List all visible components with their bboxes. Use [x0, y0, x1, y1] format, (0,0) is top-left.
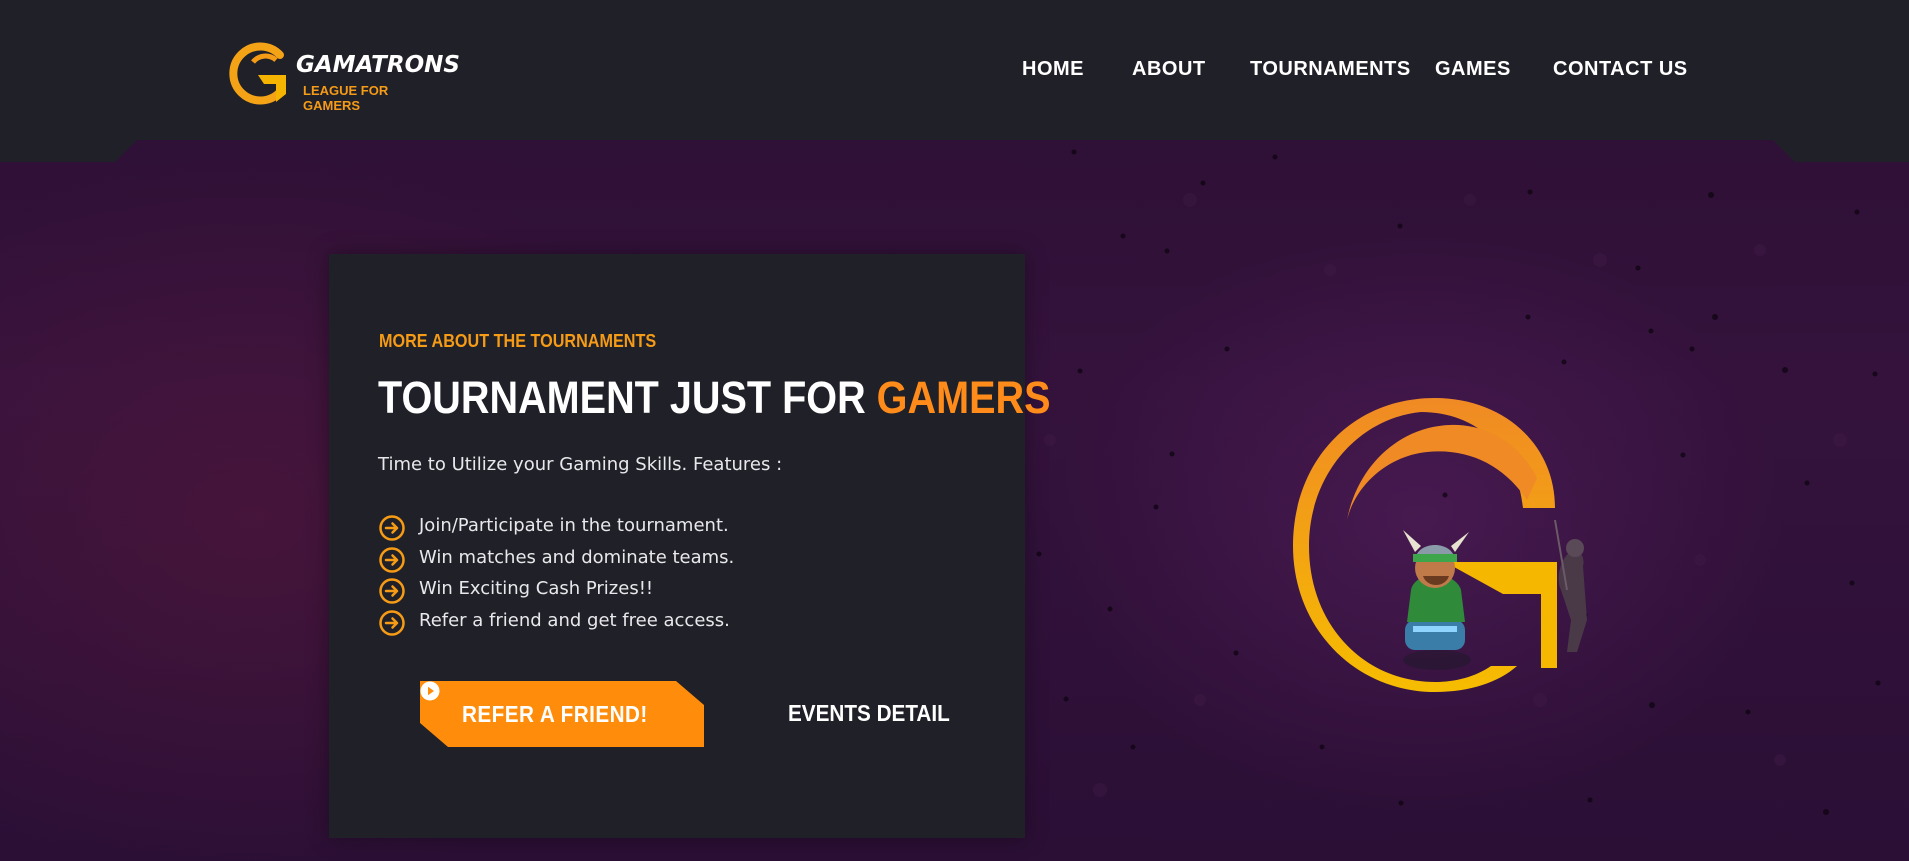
arrow-circle-right-icon	[379, 578, 405, 604]
archer-character	[1554, 519, 1587, 652]
hero-title-main: TOURNAMENT JUST FOR	[378, 372, 877, 423]
arrow-circle-right-icon	[379, 515, 405, 541]
feature-text: Win Exciting Cash Prizes!!	[419, 578, 654, 599]
hero-subtitle: Time to Utilize your Gaming Skills. Feat…	[378, 454, 783, 475]
feature-text: Join/Participate in the tournament.	[419, 515, 729, 536]
feature-item: Refer a friend and get free access.	[378, 607, 978, 639]
nav-home[interactable]: HOME	[1022, 58, 1084, 81]
feature-item: Win Exciting Cash Prizes!!	[378, 575, 978, 607]
arrow-circle-right-icon	[379, 546, 405, 573]
feature-item: Join/Participate in the tournament.	[378, 512, 978, 544]
refer-a-friend-button[interactable]: REFER A FRIEND!	[420, 681, 704, 747]
events-detail-button[interactable]: EVENTS DETAIL	[788, 700, 950, 727]
feature-item: Win matches and dominate teams.	[378, 544, 978, 576]
section-eyebrow: MORE ABOUT THE TOURNAMENTS	[379, 331, 657, 351]
refer-button-label: REFER A FRIEND!	[462, 701, 648, 727]
feature-text: Refer a friend and get free access.	[419, 609, 730, 631]
main-nav: HOME ABOUT TOURNAMENTS GAMES CONTACT US	[0, 58, 1909, 88]
feature-text: Win matches and dominate teams.	[419, 546, 735, 568]
nav-games[interactable]: GAMES	[1435, 58, 1511, 81]
hero-title: TOURNAMENT JUST FOR GAMERS	[378, 372, 1050, 424]
tournament-info-card: MORE ABOUT THE TOURNAMENTS TOURNAMENT JU…	[329, 254, 1050, 838]
nav-contact-us[interactable]: CONTACT US	[1553, 58, 1688, 81]
viking-character	[1403, 530, 1471, 670]
arrow-circle-right-icon	[379, 609, 405, 636]
feature-list: Join/Participate in the tournament. Win …	[378, 512, 978, 638]
hero-title-accent: GAMERS	[876, 372, 1051, 423]
g-logo-with-game-characters	[1293, 398, 1587, 692]
play-circle-icon	[420, 681, 440, 701]
nav-tournaments[interactable]: TOURNAMENTS	[1250, 58, 1411, 81]
site-header: GAMATRONS LEAGUE FOR GAMERS HOME ABOUT T…	[0, 0, 1909, 162]
nav-about[interactable]: ABOUT	[1132, 58, 1206, 81]
